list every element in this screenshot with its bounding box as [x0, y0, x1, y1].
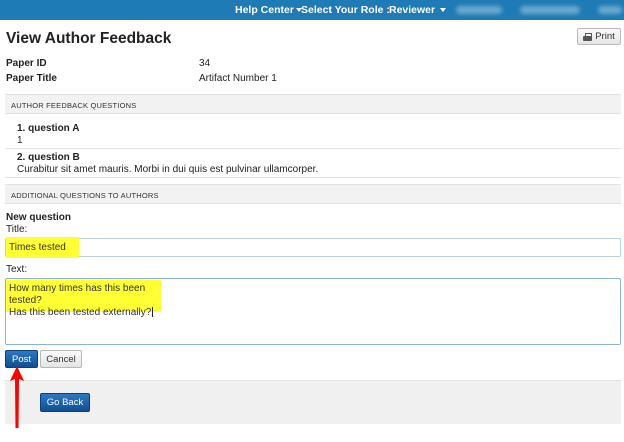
select-role-label: Select Your Role : — [301, 4, 390, 16]
text-cursor — [152, 307, 154, 318]
question-text-area[interactable]: How many times has this been tested? Has… — [5, 278, 621, 345]
new-question-label: New question — [6, 212, 72, 223]
question-item: 2. question B Curabitur sit amet mauris.… — [5, 149, 621, 178]
question-title: 1. question A — [17, 123, 80, 134]
caret-down-icon — [440, 8, 447, 13]
paper-id-value: 34 — [199, 58, 211, 69]
redacted-nav-item[interactable] — [456, 6, 502, 14]
printer-icon — [583, 32, 593, 41]
help-center-label: Help Center — [235, 4, 294, 16]
title-field-label: Title: — [6, 224, 28, 235]
role-dropdown[interactable]: Reviewer — [389, 4, 447, 16]
print-button-label: Print — [595, 31, 615, 42]
question-item: 1. question A 1 — [5, 120, 621, 149]
additional-questions-header: ADDITIONAL QUESTIONS TO AUTHORS — [5, 184, 621, 204]
page-title: View Author Feedback — [6, 30, 172, 47]
question-answer: 1 — [17, 135, 23, 146]
footer-bar — [5, 380, 621, 424]
print-button[interactable]: Print — [577, 28, 621, 45]
top-nav-bar: Help Center Select Your Role : Reviewer — [0, 0, 624, 20]
help-center-menu[interactable]: Help Center — [235, 4, 302, 16]
text-field-label: Text: — [6, 264, 28, 275]
text-line-with-cursor: Has this been tested externally? — [9, 307, 161, 319]
go-back-button[interactable]: Go Back — [40, 393, 90, 412]
paper-id-label: Paper ID — [6, 58, 47, 69]
question-title: 2. question B — [17, 152, 80, 163]
author-feedback-header: AUTHOR FEEDBACK QUESTIONS — [5, 94, 621, 114]
redacted-nav-item[interactable] — [520, 6, 580, 14]
role-label: Reviewer — [389, 4, 436, 16]
title-input-value: Times tested — [6, 237, 79, 258]
cancel-button[interactable]: Cancel — [40, 350, 82, 368]
text-line: Has this been tested externally? — [9, 307, 152, 318]
redacted-nav-item[interactable] — [598, 6, 622, 14]
question-title-input[interactable]: Times tested — [5, 237, 621, 258]
question-answer: Curabitur sit amet mauris. Morbi in dui … — [17, 164, 319, 175]
text-area-value: How many times has this been tested? Has… — [6, 280, 161, 318]
text-line: How many times has this been tested? — [9, 283, 146, 306]
paper-title-value: Artifact Number 1 — [199, 73, 277, 84]
annotation-arrow-icon — [10, 366, 24, 428]
paper-title-label: Paper Title — [6, 73, 57, 84]
